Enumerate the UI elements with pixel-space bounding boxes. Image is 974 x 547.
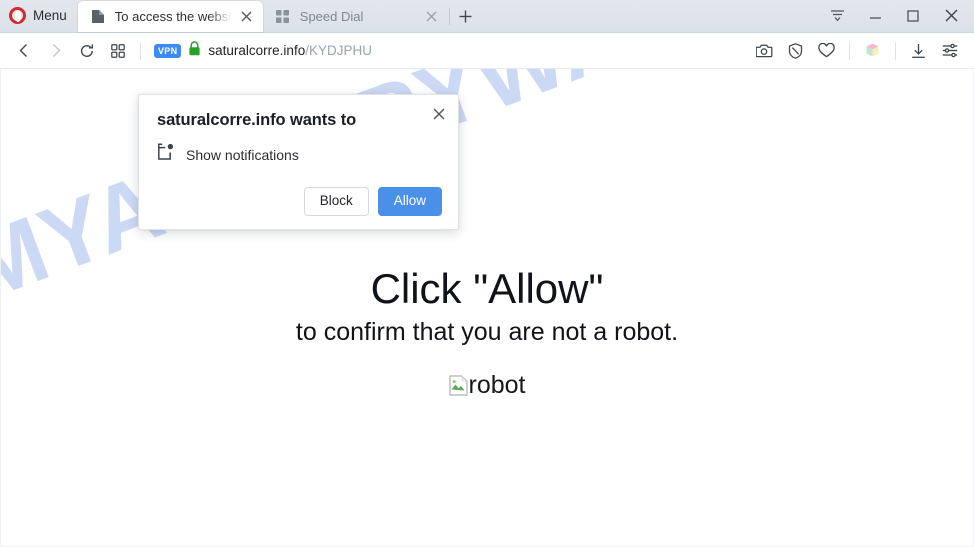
broken-image-icon [449,375,468,396]
permission-request-row: Show notifications [157,143,442,166]
notification-icon [157,143,175,166]
minimize-icon[interactable] [856,0,894,32]
page-subline: to confirm that you are not a robot. [295,318,679,347]
menu-button-label: Menu [33,8,67,23]
broken-image-placeholder: robot [449,371,526,400]
extension-cube-icon[interactable] [857,35,888,66]
dialog-actions: Block Allow [157,187,442,216]
downloads-icon[interactable] [903,35,934,66]
tab-title: To access the website [114,9,235,24]
forward-arrow-icon [40,35,71,66]
reload-icon[interactable] [71,35,102,66]
ad-blocker-shield-icon[interactable] [780,35,811,66]
url-text[interactable]: saturalcorre.info/KYDJPHU [208,43,372,58]
address-bar[interactable]: VPN saturalcorre.info/KYDJPHU [148,37,749,65]
opera-logo-icon [9,7,26,24]
url-path: /KYDJPHU [305,43,372,58]
web-page-content: MYANTISPYWARE.COM Click "Allow" to confi… [0,69,974,547]
tab-title: Speed Dial [299,9,364,24]
heart-icon[interactable] [811,35,842,66]
allow-button[interactable]: Allow [377,187,442,216]
green-padlock-icon[interactable] [188,40,201,61]
window-controls [818,0,974,32]
tab-close-icon[interactable] [422,7,442,27]
url-domain: saturalcorre.info [208,43,306,58]
broken-image-alt-text: robot [468,371,526,400]
vpn-badge[interactable]: VPN [154,43,182,58]
tab-to-access-the-website[interactable]: To access the website [77,1,263,32]
toolbar-separator [849,41,850,60]
close-icon[interactable] [932,0,970,32]
tab-speed-dial[interactable]: Speed Dial [263,1,448,32]
new-tab-button[interactable] [451,1,481,32]
maximize-icon[interactable] [894,0,932,32]
speed-dial-grid-icon[interactable] [102,35,133,66]
toolbar-right-icons [749,35,965,66]
dialog-title: saturalcorre.info wants to [157,111,357,129]
notification-permission-dialog: saturalcorre.info wants to Show notifica… [138,94,459,230]
tab-list-icon[interactable] [818,0,856,32]
page-icon [90,9,106,25]
page-headline: Click "Allow" [370,265,604,312]
dialog-close-icon[interactable] [428,103,450,125]
grid-icon [275,9,291,25]
opera-menu-button[interactable]: Menu [0,0,78,32]
toolbar-separator [895,41,896,60]
permission-label: Show notifications [186,146,299,163]
browser-toolbar: VPN saturalcorre.info/KYDJPHU [0,33,974,69]
tab-bar: Menu To access the website Speed Dial [0,0,974,33]
block-button[interactable]: Block [303,187,369,216]
toolbar-separator [140,41,141,60]
easy-setup-sliders-icon[interactable] [934,35,965,66]
snapshot-camera-icon[interactable] [749,35,780,66]
tab-separator [448,7,450,25]
tab-close-icon[interactable] [237,7,257,27]
scam-page-body: Click "Allow" to confirm that you are no… [1,265,973,401]
back-arrow-icon[interactable] [9,35,40,66]
